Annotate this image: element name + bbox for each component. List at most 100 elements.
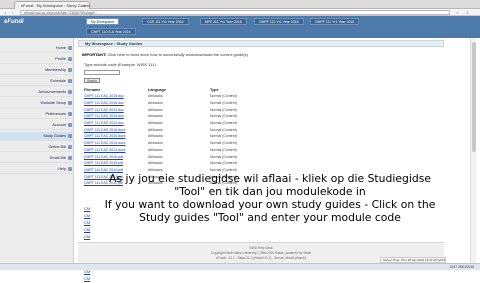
type-cell: Normal (Content) — [210, 107, 237, 112]
site-tab[interactable]: CMPF 111 Yr1 Year 2016 — [310, 18, 360, 25]
close-tab-icon[interactable]: × — [83, 3, 85, 8]
sidebar-item-membership[interactable]: Membership — [0, 66, 74, 75]
home-icon — [68, 46, 72, 50]
email-icon — [68, 156, 72, 160]
sidebar-item-help[interactable]: Help — [0, 165, 74, 174]
guide-link[interactable]: CMPT 111 EAC 2015.docx — [84, 133, 148, 140]
footer-line: NWU Help Desk — [249, 246, 273, 250]
type-cell: Normal (Content) — [210, 121, 237, 126]
guide-link[interactable]: CMPT 111 EAC 2013.docx — [84, 147, 148, 154]
guide-link[interactable]: CMPT 111 EAC 2013.doc — [84, 113, 148, 120]
guide-link[interactable]: CMPT 111 EAC 2014.docx — [84, 140, 148, 147]
sidebar-item-label: Announcements — [38, 90, 66, 94]
guide-link[interactable]: CM — [84, 276, 90, 283]
caption-line: If you want to download your own study g… — [104, 198, 436, 211]
account-icon — [68, 123, 72, 127]
language-cell: Afrikaans — [148, 127, 163, 132]
guide-link[interactable]: CM — [84, 269, 90, 276]
sidebar-item-account[interactable]: Account — [0, 121, 74, 130]
book-icon — [68, 134, 72, 138]
site-tab[interactable]: CSE 111 Yr1 Year 2016 — [142, 18, 189, 25]
search-button[interactable]: Search — [84, 78, 100, 83]
menu-icon[interactable]: ≡ — [465, 10, 470, 15]
address-bar-row: ‹ › efundi.nwu.ac.za/portal/site/~246537… — [0, 9, 480, 16]
site-tab[interactable]: CMPF 112 Yr1 Year 2016 — [254, 18, 304, 25]
type-cell: Normal (Content) — [210, 114, 237, 119]
page-scrollbar[interactable] — [470, 38, 476, 263]
language-cell: Afrikaans — [148, 101, 163, 106]
guide-link[interactable]: CMPT 111 EAC 2014.doc — [84, 106, 148, 113]
back-arrow-icon[interactable]: ‹ — [3, 10, 8, 15]
sidebar-item-label: Worksite Setup — [40, 101, 66, 105]
sidebar-item-label: Email Bib — [49, 156, 66, 160]
browser-tab-bar: eFundi : My Workspace : Study Guides × — [0, 0, 480, 9]
language-cell: Afrikaans — [148, 154, 163, 159]
language-cell: Afrikaans — [148, 107, 163, 112]
guide-link[interactable]: CMPT 111 EAC 2016.docx — [84, 126, 148, 133]
star-icon[interactable]: ☆ — [455, 10, 460, 15]
library-icon — [68, 145, 72, 149]
guide-link[interactable]: CMPT 111 EAC 2016.doc — [84, 100, 148, 107]
caption-line: "Tool" en tik dan jou modulekode in — [174, 185, 366, 198]
table-header-row: Filename Language Type — [84, 86, 237, 93]
sidebar-item-label: Study Guides — [43, 134, 66, 138]
sidebar-item-label: Profile — [55, 57, 66, 61]
guide-link[interactable]: CMPT 111 EAC 2015.doc — [84, 93, 148, 100]
gear-icon — [68, 112, 72, 116]
sidebar-item-study-guides[interactable]: Study Guides — [0, 132, 74, 141]
sidebar-item-label: Membership — [45, 68, 66, 72]
sidebar-item-schedule[interactable]: Schedule — [0, 77, 74, 86]
footer-line: Copyright North-West University | 1996-2… — [210, 251, 312, 255]
language-cell: Afrikaans — [148, 161, 163, 166]
table-row: CMPT 111 EAC 2012.doc Afrikaans Normal (Co… — [84, 120, 237, 127]
sidebar-item-label: Help — [58, 167, 66, 171]
table-row: CMPT 111 EAC 2015.doc Afrikaans Normal (Co… — [84, 93, 237, 100]
sidebar-item-worksite-setup[interactable]: Worksite Setup — [0, 99, 74, 108]
efundi-logo[interactable]: eFundi — [4, 19, 24, 25]
guide-link[interactable]: CMPT 111 EAC 2016.pdf — [84, 153, 148, 160]
sidebar-item-preferences[interactable]: Preferences — [0, 110, 74, 119]
table-row: CMPT 111 EAC 2015.docx Afrikaans Normal (C… — [84, 133, 237, 140]
guide-link[interactable]: CM — [84, 227, 90, 234]
module-code-input[interactable] — [84, 70, 120, 75]
sidebar-item-home[interactable]: Home — [0, 44, 74, 53]
os-taskbar: 13:47 28/01/2016 — [0, 263, 480, 270]
megaphone-icon — [68, 90, 72, 94]
notice-text[interactable]: Click here to read more how to successfu… — [108, 52, 249, 57]
table-row: CMPT 111 EAC 2016.docx Afrikaans Normal (C… — [84, 126, 237, 133]
sidebar-item-email-bib[interactable]: Email Bib — [0, 154, 74, 163]
tool-title: My Workspace : Study Guides — [78, 40, 444, 47]
language-cell: Afrikaans — [148, 147, 163, 152]
site-tab[interactable]: NFE 211 Yr1 Year 2016 — [200, 18, 247, 25]
table-row: CMPT 111 EAC 2013.docx Afrikaans Normal (C… — [84, 147, 237, 154]
caption-line: As jy jou eie studiegidse wil aflaai - k… — [109, 172, 431, 185]
browser-tab[interactable]: eFundi : My Workspace : Study Guides × — [14, 1, 90, 9]
url-text: efundi.nwu.ac.za/portal/site/~24653750/p… — [24, 11, 98, 15]
sidebar-item-label: Schedule — [50, 79, 66, 83]
type-cell: Normal (Content) — [210, 147, 237, 152]
browser-tab-title: eFundi : My Workspace : Study Guides — [21, 3, 91, 8]
forward-arrow-icon[interactable]: › — [10, 10, 15, 15]
column-header: Language — [148, 87, 166, 92]
type-cell: Normal (Content) — [210, 141, 237, 146]
profile-icon — [68, 57, 72, 61]
type-cell: Normal (Content) — [210, 101, 237, 106]
guide-link[interactable]: CMPT 111 EAC 2015.pdf — [84, 160, 148, 167]
caption-line: Study guides "Tool" and enter your modul… — [139, 211, 401, 224]
notice: IMPORTANT: Click here to read more how t… — [82, 52, 248, 57]
sidebar-item-online-bib[interactable]: Online Bib — [0, 143, 74, 152]
sidebar-item-profile[interactable]: Profile — [0, 55, 74, 64]
url-input[interactable]: efundi.nwu.ac.za/portal/site/~24653750/p… — [20, 10, 450, 15]
language-cell: Afrikaans — [148, 141, 163, 146]
sidebar-item-announcements[interactable]: Announcements — [0, 88, 74, 97]
site-tab[interactable]: CMPT 110 S.A Year 2016 — [86, 28, 136, 35]
language-cell: Afrikaans — [148, 114, 163, 119]
type-cell: Normal (Content) — [210, 127, 237, 132]
site-tab-my-workspace[interactable]: My Workspace — [86, 18, 120, 25]
guide-link[interactable]: CM — [84, 234, 90, 241]
table-row: CMPT 111 EAC 2016.pdf Afrikaans Normal (Co… — [84, 153, 237, 160]
table-row: CMPT 111 EAC 2014.doc Afrikaans Normal (Co… — [84, 106, 237, 113]
sidebar-item-label: Account — [52, 123, 66, 127]
guide-link[interactable]: CMPT 111 EAC 2012.doc — [84, 120, 148, 127]
scrollbar-thumb[interactable] — [472, 42, 476, 152]
